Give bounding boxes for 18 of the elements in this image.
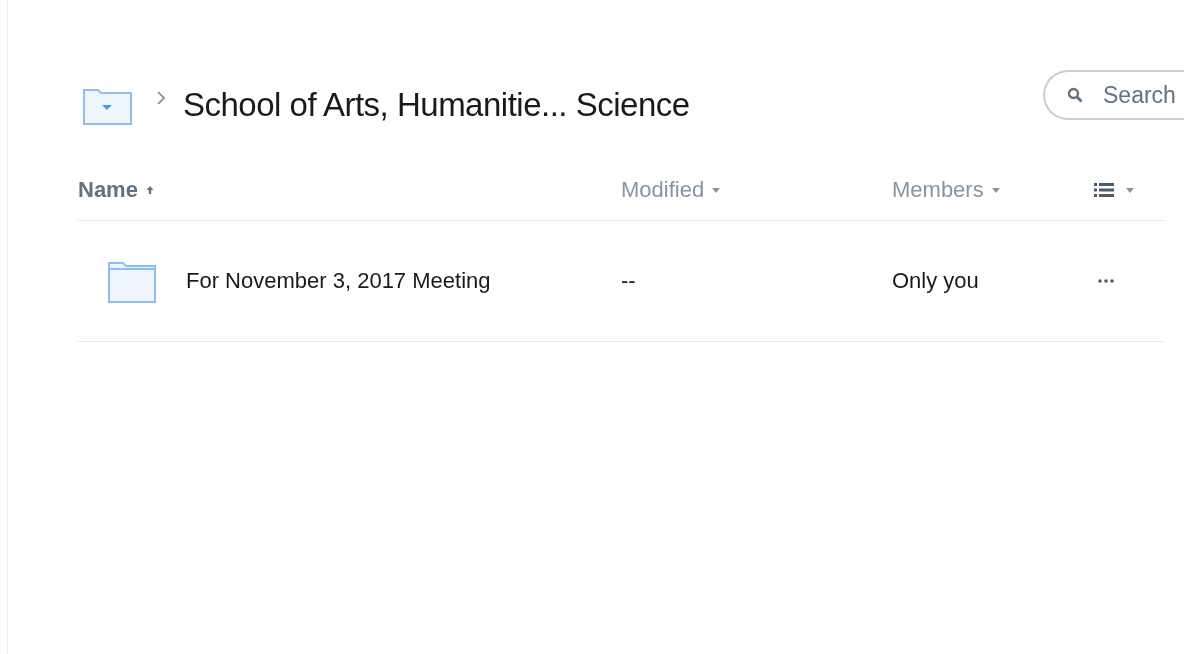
column-header[interactable]: Modified	[621, 177, 892, 203]
search-icon	[1067, 87, 1083, 103]
caret-down-icon	[991, 187, 1000, 193]
more-icon	[1098, 279, 1114, 283]
column-header[interactable]: Name	[78, 177, 621, 203]
list-view-icon	[1094, 183, 1114, 197]
caret-down-icon	[712, 187, 721, 193]
folder-icon	[108, 259, 156, 303]
column-header[interactable]: Members	[892, 177, 1092, 203]
modified-date: --	[621, 268, 637, 294]
member-info: Only you	[892, 268, 980, 294]
view-toggle-button[interactable]	[1094, 183, 1134, 197]
caret-down-icon	[1126, 187, 1134, 193]
sort-up-icon	[145, 185, 154, 195]
folder-title: School of Arts, Humanitie... Science	[183, 86, 690, 124]
search-field[interactable]: Search	[1043, 70, 1184, 120]
file-name[interactable]: For November 3, 2017 Meeting	[186, 268, 491, 294]
chevron-right-icon	[157, 91, 165, 105]
